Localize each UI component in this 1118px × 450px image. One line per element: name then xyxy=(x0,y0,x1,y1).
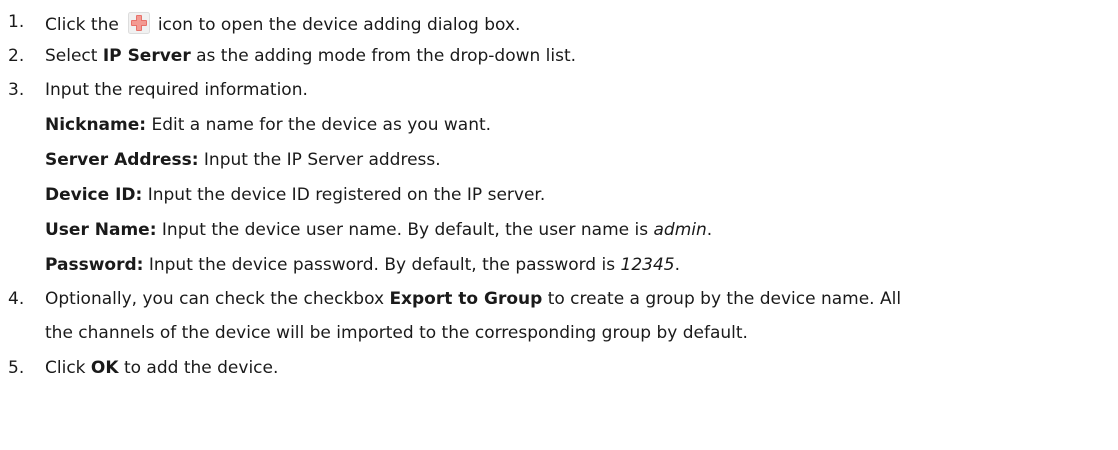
field-description: Input the device password. By default, t… xyxy=(143,255,621,275)
field-description: Input the IP Server address. xyxy=(198,150,441,170)
step-text: Click OK to add the device. xyxy=(45,358,278,378)
step-text-pre: Click xyxy=(45,358,91,378)
field-label: User Name: xyxy=(45,220,157,240)
field-description: Edit a name for the device as you want. xyxy=(146,115,492,135)
step-text-pre: Select xyxy=(45,46,103,66)
instruction-document: 1. Click the icon to open the device addi… xyxy=(0,0,1118,450)
add-device-plus-icon xyxy=(127,12,150,34)
field-default-value: 12345 xyxy=(620,255,675,275)
step-text-pre: Optionally, you can check the checkbox xyxy=(45,289,390,309)
step-number: 5. xyxy=(8,358,25,378)
field-label: Server Address: xyxy=(45,150,199,170)
step-text: Click the icon to open the device adding … xyxy=(45,12,520,35)
step-number: 3. xyxy=(8,80,25,100)
field-server-address: Server Address: Input the IP Server addr… xyxy=(45,150,441,170)
step-keyword: Export to Group xyxy=(389,289,543,309)
field-description-end: . xyxy=(674,255,680,275)
step-text: Optionally, you can check the checkbox E… xyxy=(45,289,901,309)
field-user-name: User Name: Input the device user name. B… xyxy=(45,220,712,240)
field-device-id: Device ID: Input the device ID registere… xyxy=(45,185,545,205)
field-description-end: . xyxy=(706,220,713,240)
step-text: Select IP Server as the adding mode from… xyxy=(45,46,576,66)
field-password: Password: Input the device password. By … xyxy=(45,255,680,275)
step-keyword: IP Server xyxy=(102,46,191,66)
step-keyword: OK xyxy=(90,358,119,378)
step-text-post: to create a group by the device name. Al… xyxy=(542,289,902,309)
step-text-post: icon to open the device adding dialog bo… xyxy=(157,15,521,35)
field-label: Nickname: xyxy=(45,115,147,135)
field-label: Device ID: xyxy=(45,185,143,205)
step-text: Input the required information. xyxy=(45,80,308,100)
step-number: 4. xyxy=(8,289,25,309)
field-nickname: Nickname: Edit a name for the device as … xyxy=(45,115,491,135)
field-description: Input the device ID registered on the IP… xyxy=(142,185,546,205)
step-number: 2. xyxy=(8,46,25,66)
field-description: Input the device user name. By default, … xyxy=(156,220,654,240)
step-text-post: as the adding mode from the drop-down li… xyxy=(190,46,577,66)
step-text-post: to add the device. xyxy=(118,358,279,378)
step-number: 1. xyxy=(8,12,25,32)
step-text-pre: Click the xyxy=(45,15,119,35)
field-label: Password: xyxy=(45,255,144,275)
step-4-continuation: the channels of the device will be impor… xyxy=(45,323,748,343)
field-default-value: admin xyxy=(653,220,707,240)
